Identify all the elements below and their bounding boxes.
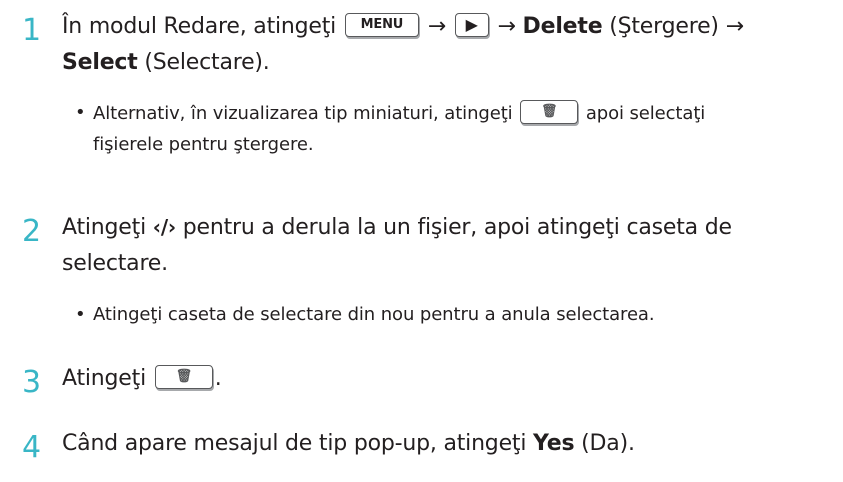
play-icon: ▶	[454, 13, 489, 37]
select-paren: (Selectare).	[144, 50, 270, 75]
step-2-line-1: Atingeţi ‹/› pentru a derula la un fişie…	[62, 215, 732, 240]
step-4-line: Când apare mesajul de tip pop-up, atinge…	[62, 431, 635, 456]
trash-icon: 🗑	[154, 365, 213, 389]
step-2-prefix: Atingeţi	[62, 215, 146, 240]
step-1-line-2: Select (Selectare).	[62, 50, 270, 75]
delete-label: Delete	[522, 14, 603, 39]
step-1-bullet-line-1: Alternativ, în vizualizarea tip miniatur…	[93, 100, 706, 126]
step-4-number: 4	[22, 430, 42, 465]
delete-paren: (Ştergere) →	[609, 14, 744, 39]
yes-label: Yes	[533, 431, 575, 456]
step-2-line-2: selectare.	[62, 251, 168, 276]
bullet-dot: •	[75, 102, 86, 123]
yes-paren: (Da).	[581, 431, 635, 456]
step-1-number: 1	[22, 13, 42, 48]
select-label: Select	[62, 50, 138, 75]
step-2-suffix: pentru a derula la un fişier, apoi ating…	[182, 215, 732, 240]
step-2-number: 2	[22, 214, 42, 249]
step-3-suffix: .	[214, 366, 222, 391]
bullet-suffix: apoi selectaţi	[585, 103, 706, 124]
step-1-bullet: • Alternativ, în vizualizarea tip miniat…	[75, 100, 835, 162]
step-3-number: 3	[22, 365, 42, 400]
step-1-bullet-line-2: fişierele pentru ştergere.	[93, 134, 314, 155]
menu-button-icon: MENU	[344, 13, 419, 37]
step-3-line: Atingeţi 🗑.	[62, 365, 222, 391]
arrow-2: →	[497, 14, 516, 39]
step-1-prefix: În modul Redare, atingeţi	[62, 14, 337, 39]
step-4-prefix: Când apare mesajul de tip pop-up, atinge…	[62, 431, 527, 456]
bullet-dot: •	[75, 304, 86, 325]
arrow-1: →	[427, 14, 446, 39]
step-1-line-1: În modul Redare, atingeţi MENU → ▶ → Del…	[62, 13, 744, 39]
bullet-prefix: Alternativ, în vizualizarea tip miniatur…	[93, 103, 513, 124]
step-3-prefix: Atingeţi	[62, 366, 146, 391]
step-2-bullet: • Atingeţi caseta de selectare din nou p…	[75, 304, 835, 330]
trash-icon: 🗑	[520, 100, 579, 124]
left-right-arrows-icon: ‹/›	[152, 215, 176, 239]
step-2-bullet-text: Atingeţi caseta de selectare din nou pen…	[93, 304, 655, 325]
